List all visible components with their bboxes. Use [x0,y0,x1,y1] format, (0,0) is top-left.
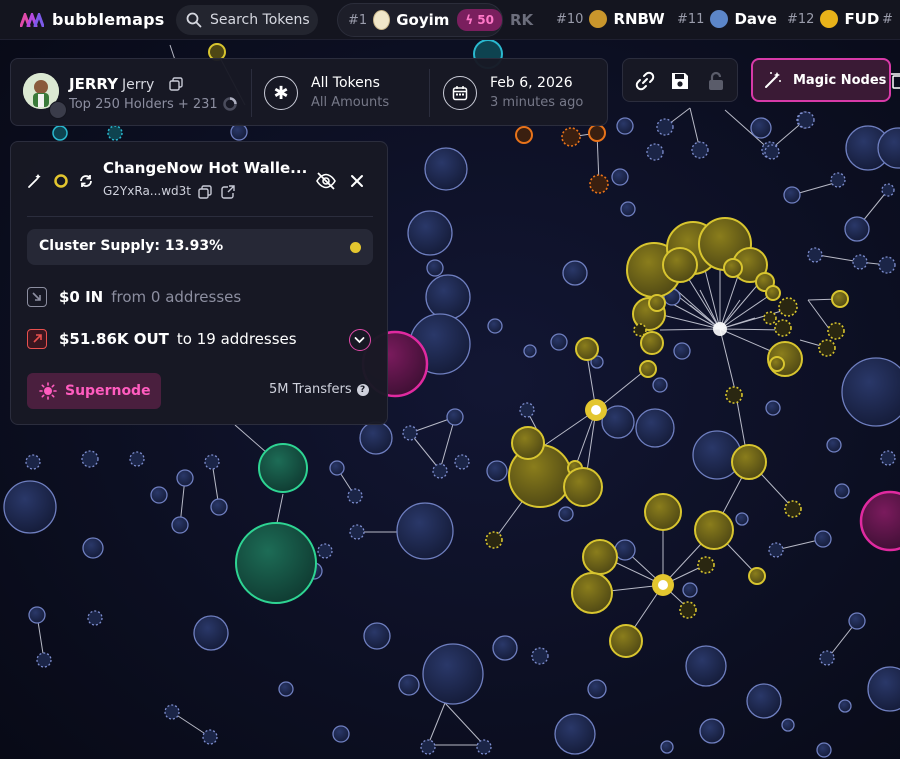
divider [251,69,252,117]
transfers-label: 5M Transfers [269,382,352,397]
magic-nodes-label: Magic Nodes [793,72,887,88]
link-icon[interactable] [634,70,656,92]
close-icon[interactable] [349,173,365,189]
trending-name: Dave [734,10,777,28]
help-icon[interactable]: ? [356,383,369,396]
date-subtitle: 3 minutes ago [490,95,584,110]
trending-rank-overflow[interactable]: # [882,12,893,27]
expand-outflow-button[interactable] [349,329,371,351]
wallet-title: ChangeNow Hot Walle... [103,159,308,177]
yellow-ring-icon [54,174,68,188]
trending-rank: #11 [677,11,705,27]
trending-token-dave[interactable]: #11 Dave [677,10,785,28]
divider [429,69,430,117]
date-title[interactable]: Feb 6, 2026 [490,75,573,91]
search-label: Search Tokens [210,12,310,28]
magic-wand-icon[interactable] [27,173,43,189]
logo[interactable]: bubblemaps [20,10,170,29]
token-name: Jerry [121,77,155,93]
sun-icon [39,382,57,400]
token-title: JERRY Jerry [69,75,154,93]
hide-icon[interactable] [315,171,337,191]
outflow-icon [27,329,47,349]
calendar-icon [452,86,468,101]
copy-icon[interactable] [198,185,212,199]
trending-token-fud[interactable]: #12 FUD [787,10,887,28]
chevron-down-icon [354,337,365,344]
outflow-amount: $51.86K OUT [59,330,169,348]
supernode-button[interactable]: Supernode [27,373,161,409]
dave-token-icon [710,10,729,28]
trending-rank: #1 [348,12,368,28]
wallet-address[interactable]: G2YxRa...wd3t [103,184,191,198]
map-header-card: JERRY Jerry Top 250 Holders + 231 ✱ All T… [10,58,608,126]
loading-icon [223,97,237,111]
trash-icon[interactable] [891,70,900,90]
trending-partial[interactable]: RK [510,11,533,29]
trending-name: FUD [844,10,880,28]
filter-button[interactable]: ✱ [264,76,298,110]
magic-wand-icon [765,72,781,88]
outflow-description: to 19 addresses [176,330,297,348]
goyim-token-icon [373,10,391,30]
search-icon [186,12,202,28]
boost-badge[interactable]: ϟ 50 [457,9,502,31]
holders-summary[interactable]: Top 250 Holders + 231 [69,97,218,112]
trending-rank: #10 [556,11,584,27]
inflow-row: $0 IN from 0 addresses [27,287,241,307]
app-name: bubblemaps [52,10,165,29]
top-bar: bubblemaps Search Tokens #1 Goyim ϟ 50 R… [0,0,900,40]
external-link-icon[interactable] [221,185,235,199]
copy-icon[interactable] [169,77,183,91]
inflow-description: from 0 addresses [111,288,242,306]
trending-name: RNBW [613,10,665,28]
magic-nodes-button[interactable]: Magic Nodes [751,58,891,102]
lock-icon[interactable] [705,70,727,92]
cluster-supply-label: Cluster Supply: 13.93% [39,238,224,254]
supernode-label: Supernode [65,383,151,399]
transfers-count: 5M Transfers ? [269,382,369,397]
trending-token-active[interactable]: #1 Goyim ϟ 50 [337,3,503,37]
cluster-supply[interactable]: Cluster Supply: 13.93% [27,229,373,265]
divider [27,216,373,217]
search-tokens-button[interactable]: Search Tokens [176,5,318,35]
fud-token-icon [820,10,839,28]
logo-icon [20,12,44,27]
asterisk-icon: ✱ [273,82,289,104]
filter-title[interactable]: All Tokens [311,75,380,91]
lightning-icon: ϟ [465,13,474,27]
filter-subtitle: All Amounts [311,95,390,110]
trending-name: Goyim [396,11,450,29]
trending-token-rnbw[interactable]: #10 RNBW [556,10,673,28]
trending-rank: #12 [787,11,815,27]
cluster-color-dot [350,242,361,253]
refresh-icon[interactable] [78,173,94,189]
outflow-row[interactable]: $51.86K OUT to 19 addresses [27,329,297,349]
save-icon[interactable] [669,70,691,92]
token-symbol: JERRY [69,75,118,93]
inflow-icon [27,287,47,307]
date-button[interactable] [443,76,477,110]
map-tools [622,58,738,102]
boost-value: 50 [477,13,494,27]
chain-badge-icon [49,101,67,119]
inflow-amount: $0 IN [59,288,104,306]
rnbw-token-icon [589,10,608,28]
wallet-detail-panel: ChangeNow Hot Walle... G2YxRa...wd3t Clu… [10,141,388,425]
